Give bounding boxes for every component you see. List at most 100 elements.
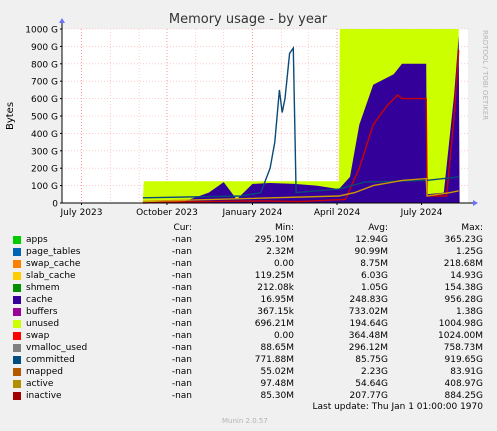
legend-series-name: cache: [26, 295, 53, 305]
legend-cur-value: -nan: [171, 367, 192, 377]
y-tick-label: 800 G: [31, 60, 58, 70]
legend-series-name: committed: [26, 355, 75, 365]
legend-series-name: shmem: [26, 283, 60, 293]
legend-row-unused: unused -nan 696.21M 194.64G 1004.98G: [0, 318, 497, 330]
legend-cur-value: -nan: [171, 307, 192, 317]
legend-series-name: swap_cache: [26, 259, 81, 269]
legend-avg-value: 54.64G: [355, 379, 388, 389]
legend-min-value: 295.10M: [254, 235, 294, 245]
x-tick-label: January 2024: [222, 208, 283, 218]
legend-max-value: 154.38G: [444, 283, 483, 293]
legend-row-swap_cache: swap_cache -nan 0.00 8.75M 218.68M: [0, 258, 497, 270]
legend-row-apps: apps -nan 295.10M 12.94G 365.23G: [0, 234, 497, 246]
legend-series-name: unused: [26, 319, 60, 329]
legend-swatch: [13, 368, 21, 376]
legend-avg-value: 207.77G: [349, 391, 388, 401]
legend-min-value: 88.65M: [260, 343, 294, 353]
legend-avg-value: 8.75M: [360, 259, 388, 269]
legend-swatch: [13, 356, 21, 364]
legend-swatch: [13, 272, 21, 280]
legend-cur-value: -nan: [171, 379, 192, 389]
legend-max-value: 1024.00M: [438, 331, 483, 341]
legend-max-value: 1.38G: [455, 307, 483, 317]
legend-max-value: 83.91G: [450, 367, 483, 377]
legend-row-inactive: inactive -nan 85.30M 207.77G 884.25G: [0, 390, 497, 402]
legend-max-value: 884.25G: [444, 391, 483, 401]
legend-rows: apps -nan 295.10M 12.94G 365.23G page_tables -…: [0, 234, 497, 402]
legend-cur-value: -nan: [171, 235, 192, 245]
legend-cur-value: -nan: [171, 295, 192, 305]
legend-max-value: 919.65G: [444, 355, 483, 365]
chart-title: Memory usage - by year: [169, 12, 328, 27]
legend-header-avg: Avg:: [368, 223, 388, 233]
legend-swatch: [13, 332, 21, 340]
legend-avg-value: 1.05G: [360, 283, 388, 293]
legend-row-buffers: buffers -nan 367.15k 733.02M 1.38G: [0, 306, 497, 318]
y-tick-label: 0: [52, 200, 58, 210]
legend-swatch: [13, 248, 21, 256]
legend-swatch: [13, 344, 21, 352]
rrdtool-watermark: RRDTOOL / TOBI OETIKER: [481, 30, 489, 120]
y-axis-label: Bytes: [5, 102, 16, 130]
legend-swatch: [13, 380, 21, 388]
legend-max-value: 14.93G: [450, 271, 483, 281]
y-tick-label: 600 G: [31, 95, 58, 105]
legend-max-value: 365.23G: [444, 235, 483, 245]
legend-avg-value: 364.48M: [348, 331, 388, 341]
legend-max-value: 408.97G: [444, 379, 483, 389]
legend-max-value: 956.28G: [444, 295, 483, 305]
legend-avg-value: 2.23G: [360, 367, 388, 377]
legend-cur-value: -nan: [171, 331, 192, 341]
legend-table: Cur: Min: Avg: Max: apps -nan 295.10M 12.94…: [0, 222, 497, 402]
legend-row-page_tables: page_tables -nan 2.32M 90.99M 1.25G: [0, 246, 497, 258]
x-tick-label: October 2023: [136, 208, 198, 218]
legend-series-name: page_tables: [26, 247, 81, 257]
legend-row-committed: committed -nan 771.88M 85.75G 919.65G: [0, 354, 497, 366]
memory-chart: Memory usage - by year Bytes RRDTOOL / T…: [5, 12, 489, 218]
legend-swatch: [13, 320, 21, 328]
legend-cur-value: -nan: [171, 259, 192, 269]
legend-row-shmem: shmem -nan 212.08k 1.05G 154.38G: [0, 282, 497, 294]
legend-avg-value: 85.75G: [355, 355, 388, 365]
legend-cur-value: -nan: [171, 343, 192, 353]
legend-cur-value: -nan: [171, 319, 192, 329]
legend-series-name: apps: [26, 235, 48, 245]
legend-series-name: mapped: [26, 367, 63, 377]
legend-avg-value: 90.99M: [354, 247, 388, 257]
legend-series-name: vmalloc_used: [26, 343, 88, 353]
legend-max-value: 1.25G: [455, 247, 483, 257]
y-tick-label: 400 G: [31, 130, 58, 140]
legend-min-value: 212.08k: [257, 283, 294, 293]
legend-avg-value: 296.12M: [348, 343, 388, 353]
legend-min-value: 85.30M: [260, 391, 294, 401]
legend-min-value: 2.32M: [266, 247, 294, 257]
legend-row-cache: cache -nan 16.95M 248.83G 956.28G: [0, 294, 497, 306]
legend-swatch: [13, 296, 21, 304]
legend-avg-value: 194.64G: [349, 319, 388, 329]
y-tick-label: 700 G: [31, 78, 58, 88]
legend-header-row: Cur: Min: Avg: Max:: [0, 222, 497, 234]
legend-swatch: [13, 260, 21, 268]
legend-swatch: [13, 236, 21, 244]
legend-header-max: Max:: [461, 223, 483, 233]
legend-cur-value: -nan: [171, 355, 192, 365]
legend-header-min: Min:: [274, 223, 294, 233]
legend-avg-value: 248.83G: [349, 295, 388, 305]
y-tick-label: 100 G: [31, 182, 58, 192]
legend-min-value: 119.25M: [254, 271, 294, 281]
legend-min-value: 771.88M: [254, 355, 294, 365]
x-tick-label: July 2023: [60, 208, 103, 218]
legend-cur-value: -nan: [171, 247, 192, 257]
y-tick-label: 900 G: [31, 43, 58, 53]
legend-cur-value: -nan: [171, 391, 192, 401]
legend-max-value: 758.73M: [443, 343, 483, 353]
legend-series-name: active: [26, 379, 54, 389]
legend-min-value: 16.95M: [260, 295, 294, 305]
legend-series-name: inactive: [26, 391, 62, 401]
y-tick-label: 500 G: [31, 113, 58, 123]
legend-min-value: 0.00: [273, 331, 294, 341]
legend-row-active: active -nan 97.48M 54.64G 408.97G: [0, 378, 497, 390]
legend-row-mapped: mapped -nan 55.02M 2.23G 83.91G: [0, 366, 497, 378]
legend-avg-value: 12.94G: [355, 235, 388, 245]
legend-row-slab_cache: slab_cache -nan 119.25M 6.03G 14.93G: [0, 270, 497, 282]
